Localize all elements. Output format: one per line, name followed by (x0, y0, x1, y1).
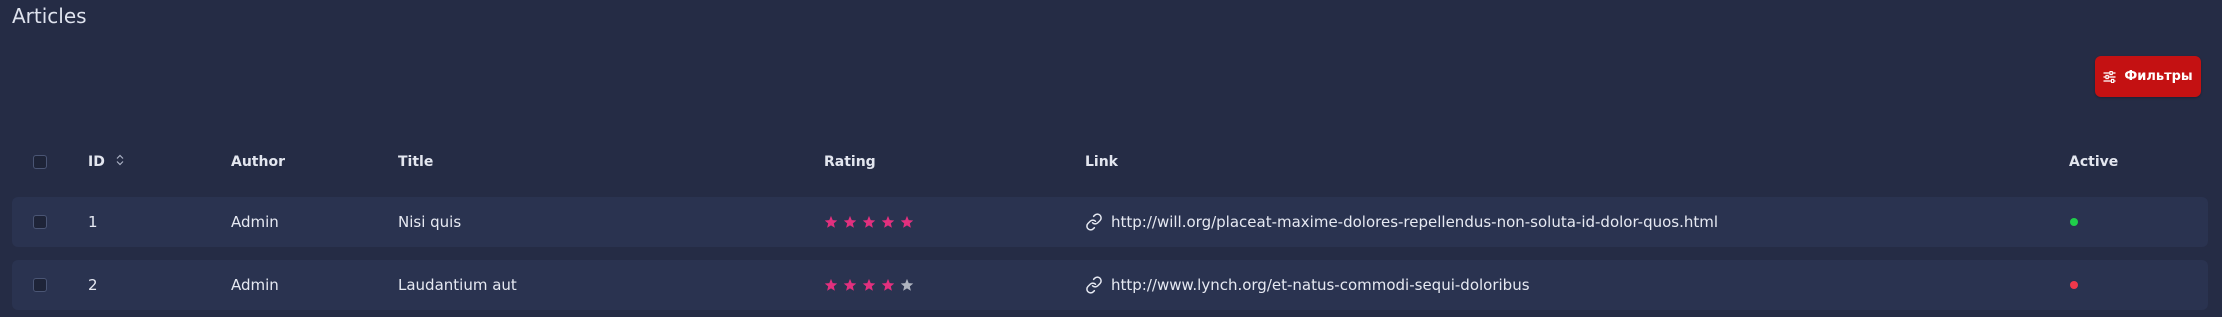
row-link-text[interactable]: http://www.lynch.org/et-natus-commodi-se… (1111, 260, 1530, 310)
filters-button[interactable]: Фильтры (2095, 56, 2201, 97)
rating-stars (824, 215, 914, 229)
row-id: 1 (88, 213, 98, 231)
table-row[interactable]: 2 Admin Laudantium aut http://www.lynch.… (12, 260, 2208, 310)
rating-stars (824, 278, 914, 292)
table-row[interactable]: 1 Admin Nisi quis http://will.org/placea… (12, 197, 2208, 247)
row-id: 2 (88, 276, 98, 294)
column-header-author: Author (231, 154, 285, 170)
star-icon (862, 278, 876, 291)
star-icon (824, 215, 838, 228)
row-title: Nisi quis (398, 213, 462, 231)
select-all-checkbox[interactable] (33, 155, 47, 169)
column-header-title: Title (398, 154, 434, 170)
active-status-dot (2070, 281, 2078, 289)
star-icon (900, 215, 914, 228)
link-icon (1086, 276, 1102, 294)
row-checkbox[interactable] (33, 278, 47, 292)
row-link-text[interactable]: http://will.org/placeat-maxime-dolores-r… (1111, 197, 1718, 247)
table-header: ID Author Title Rating Link Active (0, 150, 2222, 174)
articles-page: Articles Фильтры ID Author Title Rating … (0, 0, 2222, 317)
star-icon (843, 278, 857, 291)
row-author: Admin (231, 213, 279, 231)
row-author: Admin (231, 276, 279, 294)
row-link[interactable]: http://www.lynch.org/et-natus-commodi-se… (1085, 260, 1530, 310)
filters-button-label: Фильтры (2124, 69, 2193, 84)
star-icon (824, 278, 838, 291)
star-icon (900, 278, 914, 291)
row-title: Laudantium aut (398, 276, 517, 294)
star-icon (881, 215, 895, 228)
column-header-active: Active (2069, 154, 2119, 170)
column-header-id-label: ID (88, 154, 105, 170)
row-link[interactable]: http://will.org/placeat-maxime-dolores-r… (1085, 197, 1718, 247)
star-icon (881, 278, 895, 291)
star-icon (843, 215, 857, 228)
star-icon (862, 215, 876, 228)
row-checkbox[interactable] (33, 215, 47, 229)
column-header-rating: Rating (824, 154, 876, 170)
active-status-dot (2070, 218, 2078, 226)
sliders-icon (2103, 70, 2116, 83)
column-header-id[interactable]: ID (88, 150, 124, 174)
link-icon (1086, 213, 1102, 231)
column-header-link: Link (1085, 154, 1118, 170)
page-title: Articles (12, 4, 87, 28)
sort-icon[interactable] (116, 154, 124, 166)
